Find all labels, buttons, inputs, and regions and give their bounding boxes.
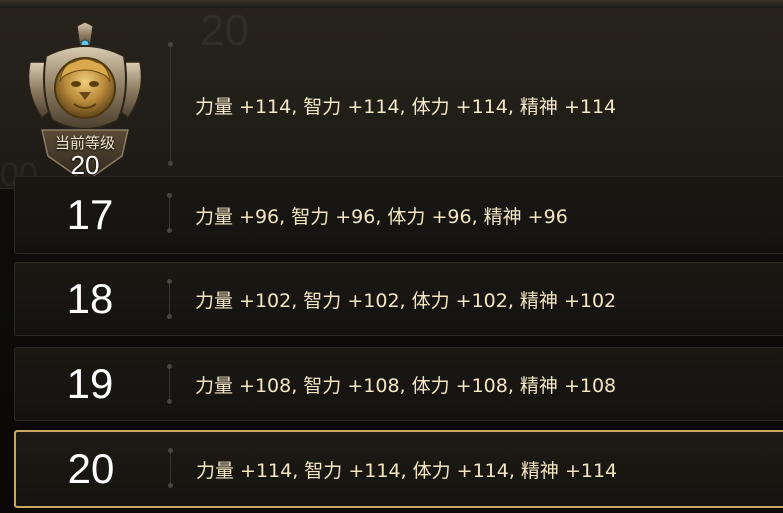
- row-divider: [167, 364, 172, 404]
- level-row-20[interactable]: 20 力量 +114, 智力 +114, 体力 +114, 精神 +114: [14, 430, 783, 508]
- current-level-panel: 当前等级 20 力量 +114, 智力 +114, 体力 +114, 精神 +1…: [0, 8, 783, 189]
- background-watermark-number: 20: [200, 6, 249, 55]
- row-level-bonus: 力量 +96, 智力 +96, 体力 +96, 精神 +96: [195, 205, 568, 228]
- row-level-number: 17: [66, 191, 114, 238]
- level-row-19[interactable]: 19 力量 +108, 智力 +108, 体力 +108, 精神 +108: [14, 347, 783, 421]
- current-level-bonus: 力量 +114, 智力 +114, 体力 +114, 精神 +114: [195, 96, 617, 118]
- row-divider: [167, 279, 172, 319]
- row-divider: [167, 193, 172, 233]
- row-divider: [168, 448, 173, 488]
- current-divider: [168, 42, 173, 166]
- level-row-18[interactable]: 18 力量 +102, 智力 +102, 体力 +102, 精神 +102: [14, 262, 783, 336]
- row-level-bonus: 力量 +114, 智力 +114, 体力 +114, 精神 +114: [196, 459, 618, 482]
- row-level-bonus: 力量 +102, 智力 +102, 体力 +102, 精神 +102: [195, 289, 617, 312]
- row-level-number: 19: [66, 360, 114, 407]
- row-level-bonus: 力量 +108, 智力 +108, 体力 +108, 精神 +108: [195, 374, 617, 397]
- level-badge: 当前等级 20: [22, 22, 148, 186]
- panel-top-edge: [0, 0, 783, 8]
- level-bonus-panel: 当前等级 20 力量 +114, 智力 +114, 体力 +114, 精神 +1…: [0, 0, 783, 513]
- level-row-17[interactable]: 17 力量 +96, 智力 +96, 体力 +96, 精神 +96: [14, 176, 783, 254]
- row-level-number: 18: [66, 275, 114, 322]
- row-level-number: 20: [67, 445, 115, 492]
